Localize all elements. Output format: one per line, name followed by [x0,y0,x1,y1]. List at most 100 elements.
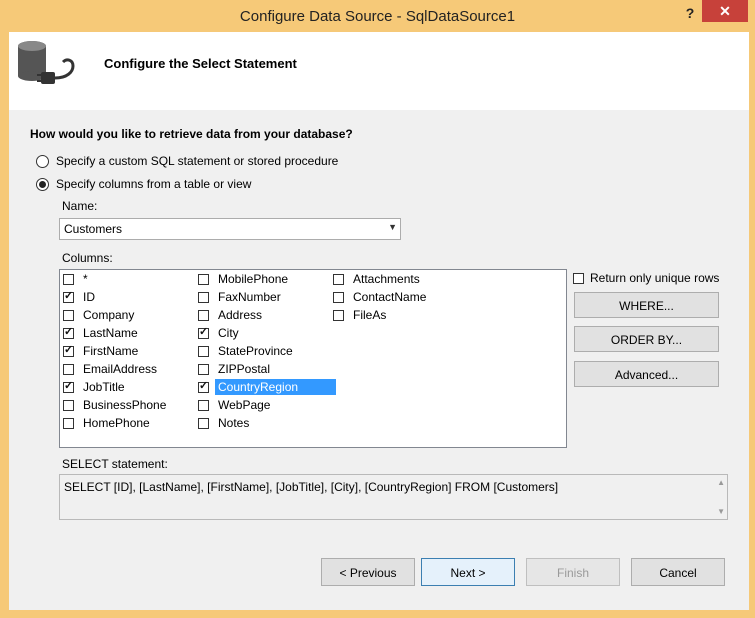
radio-indicator[interactable] [36,154,49,168]
unique-rows-label: Return only unique rows [590,271,720,285]
unique-rows-box[interactable] [573,272,584,284]
column-checkbox[interactable] [198,325,209,339]
select-statement-label: SELECT statement: [62,457,168,471]
specify-columns-radio[interactable]: Specify columns from a table or view [36,176,251,192]
column-item[interactable]: LastName [63,325,141,341]
column-name: Address [218,308,263,322]
radio-indicator[interactable] [36,177,49,191]
column-name: EmailAddress [83,362,158,376]
chevron-down-icon[interactable]: ▼ [388,222,397,232]
column-name: FirstName [83,344,139,358]
column-name: ZIPPostal [218,362,271,376]
previous-button[interactable]: < Previous [321,558,415,586]
column-item[interactable]: ContactName [333,289,429,305]
custom-sql-label: Specify a custom SQL statement or stored… [56,154,339,168]
order-by-button[interactable]: ORDER BY... [574,326,719,352]
column-name: FileAs [353,308,387,322]
window-border-right [749,32,755,610]
column-item[interactable]: * [63,271,91,287]
column-name: City [218,326,239,340]
column-item[interactable]: HomePhone [63,415,153,431]
column-item[interactable]: City [198,325,242,341]
column-checkbox[interactable] [333,273,344,285]
column-item[interactable]: ID [63,289,98,305]
select-statement-box[interactable]: SELECT [ID], [LastName], [FirstName], [J… [59,474,728,520]
column-item-selected[interactable]: CountryRegion [198,379,336,395]
column-item[interactable]: Attachments [333,271,423,287]
column-name: * [83,272,88,286]
next-button[interactable]: Next > [421,558,515,586]
column-name: FaxNumber [218,290,281,304]
column-checkbox[interactable] [63,363,74,375]
name-label: Name: [62,199,98,213]
title-bar[interactable]: Configure Data Source - SqlDataSource1 ?… [0,0,755,32]
column-checkbox[interactable] [63,417,74,429]
column-item[interactable]: ZIPPostal [198,361,273,377]
column-checkbox[interactable] [198,417,209,429]
column-checkbox[interactable] [198,291,209,303]
column-item[interactable]: MobilePhone [198,271,291,287]
wizard-content: How would you like to retrieve data from… [9,110,749,610]
column-item[interactable]: FaxNumber [198,289,284,305]
cancel-button[interactable]: Cancel [631,558,725,586]
column-checkbox[interactable] [198,345,209,357]
column-checkbox[interactable] [63,289,74,303]
table-name-select[interactable]: Customers ▼ [59,218,401,240]
finish-button[interactable]: Finish [526,558,620,586]
column-checkbox[interactable] [198,399,209,411]
custom-sql-radio[interactable]: Specify a custom SQL statement or stored… [36,153,338,169]
help-button[interactable]: ? [678,2,702,24]
column-name: CountryRegion [215,379,336,395]
close-button[interactable]: ✕ [702,0,748,22]
wizard-header: Configure the Select Statement [9,32,749,110]
column-name: LastName [83,326,138,340]
column-checkbox[interactable] [63,273,74,285]
column-checkbox[interactable] [63,343,74,357]
column-name: MobilePhone [218,272,289,286]
advanced-button[interactable]: Advanced... [574,361,719,387]
window-border-bottom [0,610,755,618]
column-item[interactable]: StateProvince [198,343,296,359]
column-name: ContactName [353,290,427,304]
column-item[interactable]: Notes [198,415,252,431]
page-title: Configure the Select Statement [104,56,297,71]
specify-columns-label: Specify columns from a table or view [56,177,252,191]
column-checkbox[interactable] [198,363,209,375]
column-checkbox[interactable] [63,379,74,393]
where-button[interactable]: WHERE... [574,292,719,318]
column-name: ID [83,290,95,304]
column-checkbox[interactable] [63,399,74,411]
database-plug-icon [18,41,75,84]
column-item[interactable]: BusinessPhone [63,397,169,413]
column-item[interactable]: Address [198,307,265,323]
scroll-up-icon[interactable]: ▲ [717,478,725,487]
column-item[interactable]: Company [63,307,137,323]
retrieve-question: How would you like to retrieve data from… [30,127,353,141]
column-name: BusinessPhone [83,398,167,412]
column-checkbox[interactable] [333,291,344,303]
column-item[interactable]: FirstName [63,343,141,359]
column-item[interactable]: JobTitle [63,379,128,395]
column-checkbox[interactable] [63,309,74,321]
column-name: Notes [218,416,250,430]
column-name: Company [83,308,135,322]
column-checkbox[interactable] [333,309,344,321]
column-name: WebPage [218,398,271,412]
column-checkbox[interactable] [198,379,209,393]
column-name: StateProvince [218,344,293,358]
configure-data-source-dialog: Configure Data Source - SqlDataSource1 ?… [0,0,755,618]
column-item[interactable]: EmailAddress [63,361,160,377]
column-name: Attachments [353,272,420,286]
unique-rows-checkbox[interactable]: Return only unique rows [573,271,719,285]
column-item[interactable]: FileAs [333,307,389,323]
column-checkbox[interactable] [198,309,209,321]
scroll-down-icon[interactable]: ▼ [717,507,725,516]
column-name: JobTitle [83,380,125,394]
select-statement-text: SELECT [ID], [LastName], [FirstName], [J… [64,480,559,494]
column-name: HomePhone [83,416,150,430]
column-checkbox[interactable] [198,273,209,285]
column-checkbox[interactable] [63,325,74,339]
column-item[interactable]: WebPage [198,397,273,413]
columns-list[interactable]: * ID Company LastName FirstName EmailAdd… [59,269,567,448]
columns-label: Columns: [62,251,113,265]
